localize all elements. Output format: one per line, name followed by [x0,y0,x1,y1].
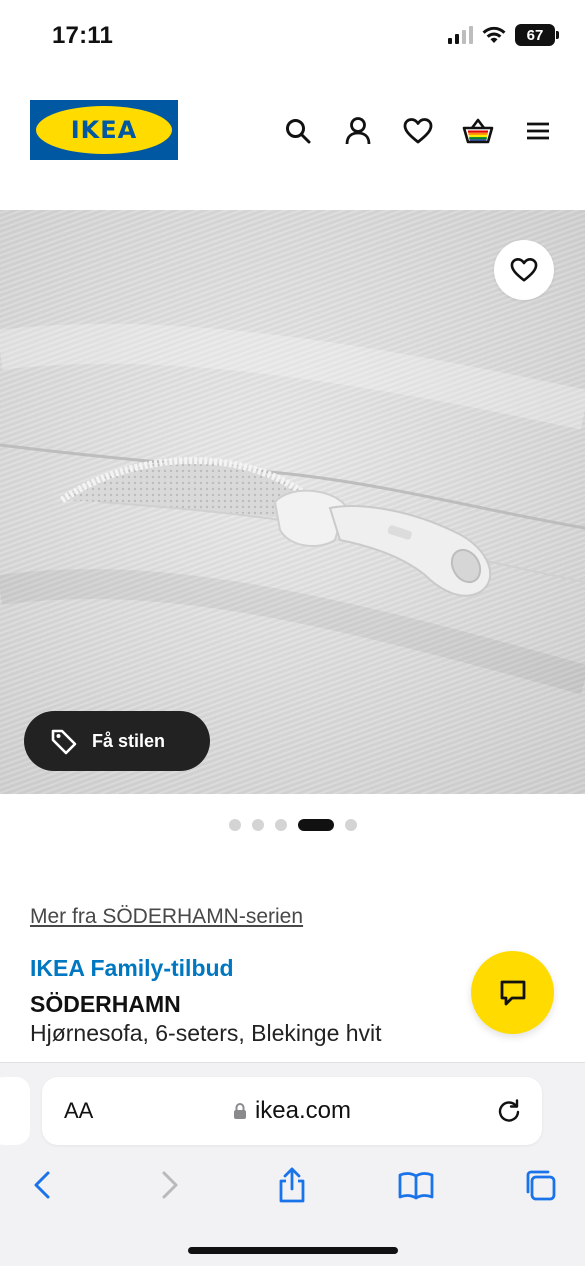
get-the-look-button[interactable]: Få stilen [24,711,210,771]
tabs-button[interactable] [518,1163,562,1207]
site-header: IKEA [0,76,585,210]
browser-toolbar [0,1163,585,1207]
pagination-dot-active[interactable] [297,819,334,831]
basket-icon[interactable] [461,114,495,148]
reload-icon[interactable] [496,1098,522,1124]
header-icons [281,114,555,148]
series-link[interactable]: Mer fra SÖDERHAMN-serien [30,905,303,929]
logo-text: IKEA [70,116,138,144]
battery-level: 67 [526,26,544,44]
image-pagination [0,819,585,831]
family-offer-label: IKEA Family-tilbud [30,955,234,981]
product-image[interactable]: Få stilen [0,210,585,794]
product-name: SÖDERHAMN [30,991,181,1017]
home-indicator[interactable] [188,1247,398,1254]
wifi-icon [482,26,506,43]
menu-icon[interactable] [521,114,555,148]
product-description: Hjørnesofa, 6-seters, Blekinge hvit [30,1020,382,1046]
url-display: ikea.com [42,1097,542,1125]
status-icons: 67 [448,24,559,46]
cellular-signal-icon [448,26,473,44]
favorite-button[interactable] [494,240,554,300]
previous-tab-peek[interactable] [0,1077,30,1145]
chevron-right-icon [162,1171,178,1199]
bookmarks-button[interactable] [394,1163,438,1207]
get-the-look-label: Få stilen [92,730,166,751]
chevron-left-icon [34,1171,50,1199]
address-bar[interactable]: AA ikea.com [42,1077,542,1145]
url-text: ikea.com [254,1097,352,1124]
chat-icon [500,980,525,1005]
logo-oval: IKEA [36,106,172,154]
share-icon [279,1167,305,1203]
search-icon[interactable] [281,114,315,148]
chat-button[interactable] [471,951,554,1034]
pagination-dot[interactable] [228,819,241,831]
pagination-dot[interactable] [344,819,357,831]
back-button[interactable] [20,1163,64,1207]
tag-icon [51,729,77,755]
battery-icon: 67 [515,24,559,46]
book-icon [398,1172,434,1200]
browser-chrome: AA ikea.com [0,1062,585,1266]
status-time: 17:11 [52,22,114,49]
heart-icon[interactable] [401,114,435,148]
lock-icon [233,1103,246,1119]
forward-button[interactable] [148,1163,192,1207]
tabs-icon [526,1170,556,1201]
zipper-photo [0,323,585,695]
heart-icon [510,258,538,282]
status-bar: 17:11 67 [0,0,585,76]
share-button[interactable] [270,1163,314,1207]
ikea-logo[interactable]: IKEA [30,100,178,160]
pagination-dot[interactable] [274,819,287,831]
pagination-dot[interactable] [251,819,264,831]
account-icon[interactable] [341,114,375,148]
